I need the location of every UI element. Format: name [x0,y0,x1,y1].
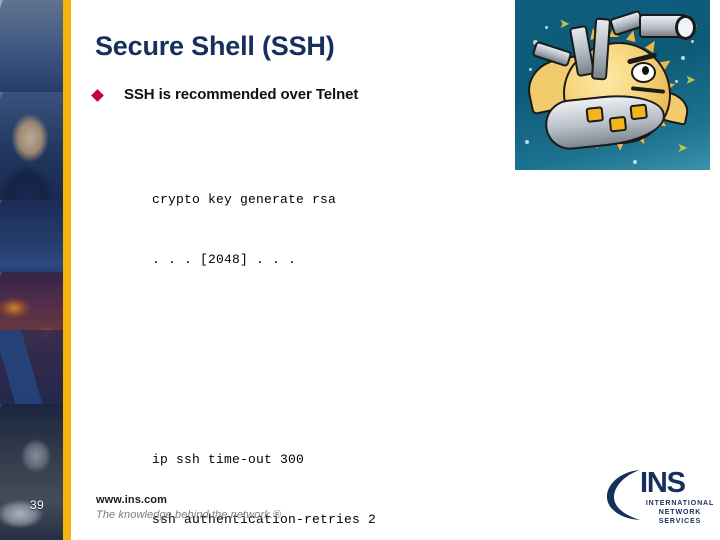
diamond-bullet-icon [91,89,104,102]
code-line: crypto key generate rsa [152,192,337,207]
bullet-row: SSH is recommended over Telnet [91,86,513,104]
code-spacer [152,350,622,370]
logo-subtitle-line2: NETWORK SERVICES [658,509,702,525]
openssh-puffer-fish-image: ➤ ➤ ➤ ➤ [515,0,710,170]
torpedo-port [585,106,605,123]
page-number: 39 [30,498,44,512]
periscope-lens [675,15,696,40]
slide-canvas: 39 Secure Shell (SSH) SSH is recommended… [0,0,720,540]
code-listing: crypto key generate rsa . . . [2048] . .… [152,110,622,540]
footer-url[interactable]: www.ins.com [96,494,167,506]
sidebar-photo-band [0,0,63,540]
bubble-icon [529,68,532,71]
bubble-icon [691,40,694,43]
gold-accent-stripe [63,0,71,540]
logo-subtitle-line1: INTERNATIONAL [645,500,715,507]
seaweed-chevron-icon: ➤ [677,141,688,156]
sidebar-diagonal-haze [0,0,63,540]
ins-logo: INS INTERNATIONAL NETWORK SERVICES [604,466,716,525]
page-title: Secure Shell (SSH) [95,31,335,61]
logo-wordmark: INS [640,467,686,499]
footer-tagline: The knowledge behind the network.® [96,509,282,521]
bubble-icon [633,160,637,164]
bubble-icon [525,140,529,144]
bubble-icon [675,80,678,83]
code-line: ip ssh time-out 300 [152,452,305,467]
seaweed-chevron-icon: ➤ [559,17,570,32]
fish-pupil [642,66,649,75]
bubble-icon [681,56,685,60]
torpedo-port [608,115,628,133]
seaweed-chevron-icon: ➤ [685,73,696,88]
code-block-crypto: crypto key generate rsa . . . [2048] . .… [152,150,622,310]
torpedo-port [629,103,648,121]
bubble-icon [545,26,548,29]
code-line: . . . [2048] . . . [152,252,297,267]
bullet-text: SSH is recommended over Telnet [124,86,359,103]
